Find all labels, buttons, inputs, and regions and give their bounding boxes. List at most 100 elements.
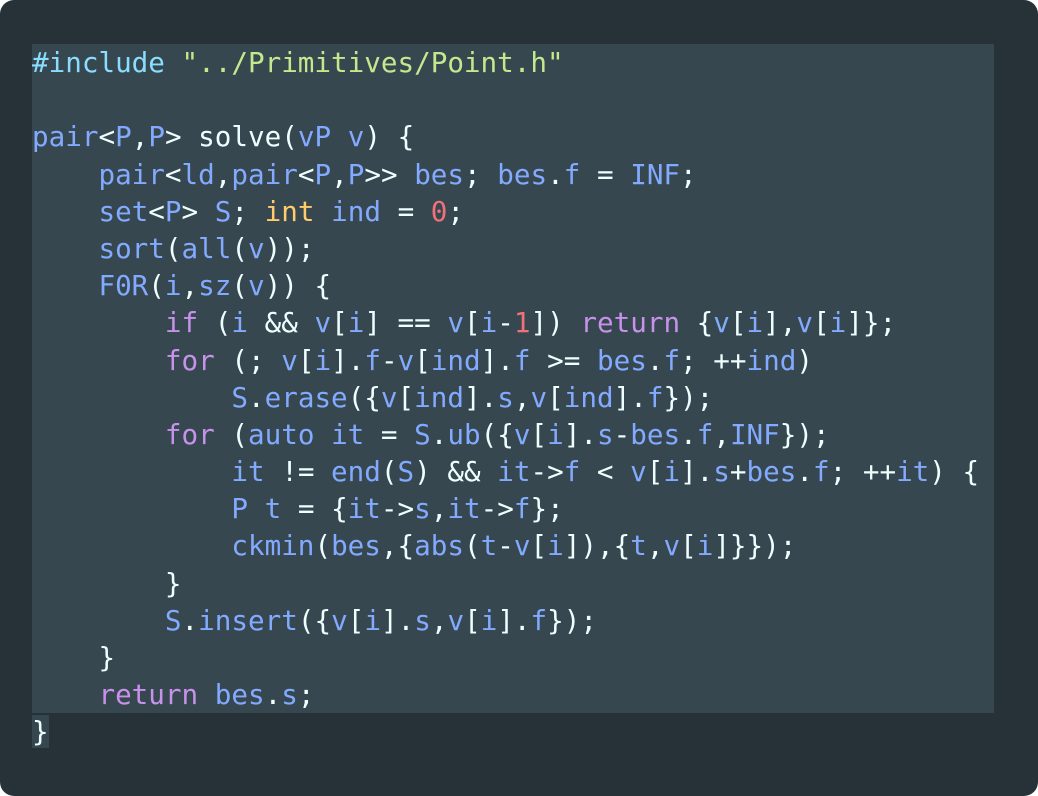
code-token: [ — [729, 306, 747, 340]
code-token: , — [513, 380, 531, 414]
code-token: ( — [198, 306, 232, 340]
code-token: f — [696, 417, 714, 451]
code-token: ({ — [297, 603, 332, 637]
code-line: } — [32, 564, 994, 602]
code-token: v — [380, 380, 398, 414]
code-token: [ — [297, 343, 315, 377]
code-token: v — [347, 120, 365, 154]
code-token: < — [164, 157, 182, 191]
code-token: ; ++ — [680, 343, 747, 377]
code-token: P — [148, 120, 165, 154]
code-token: f — [513, 343, 531, 377]
code-line: S.erase({v[ind].s,v[ind].f}); — [32, 378, 994, 416]
code-token: ]. — [680, 455, 714, 489]
code-token: it — [231, 455, 265, 489]
code-token: auto — [247, 417, 315, 451]
code-token: it — [896, 455, 930, 489]
code-token: ( — [214, 417, 248, 451]
code-token: ]),{ — [563, 529, 631, 563]
code-token: [ — [464, 306, 481, 340]
code-token: INF — [729, 417, 780, 451]
code-token: 0 — [430, 194, 448, 228]
code-token: ( — [314, 529, 332, 563]
code-line: ckmin(bes,{abs(t-v[i]),{t,v[i]}}); — [32, 527, 994, 565]
code-token: ) && — [414, 455, 498, 489]
code-token: it — [497, 455, 531, 489]
code-token: , — [181, 269, 199, 303]
code-token: , — [646, 529, 664, 563]
code-token: ; — [231, 194, 265, 228]
code-token: i — [480, 306, 498, 340]
code-token: S — [414, 417, 431, 451]
code-token: )); — [264, 231, 315, 265]
code-token: P — [164, 194, 182, 228]
code-line: return bes.s; — [32, 676, 994, 714]
code-token: ]. — [563, 417, 597, 451]
code-token: v — [447, 603, 465, 637]
code-editor[interactable]: #include "../Primitives/Point.h" pair<P,P… — [32, 44, 994, 751]
code-token: bes — [331, 529, 381, 563]
code-token: f — [663, 343, 681, 377]
code-line: S.insert({v[i].s,v[i].f}); — [32, 601, 994, 639]
code-token: if — [164, 306, 199, 340]
code-token: i — [164, 269, 182, 303]
code-line: if (i && v[i] == v[i-1]) return {v[i],v[… — [32, 304, 994, 342]
code-token: . — [547, 157, 564, 191]
code-token: . — [430, 417, 448, 451]
code-token: } — [32, 641, 116, 674]
code-token: && — [248, 306, 315, 340]
code-token: ckmin — [231, 529, 315, 563]
code-token: S — [231, 380, 248, 414]
code-token: ind — [563, 380, 614, 414]
code-token: , — [430, 603, 448, 637]
code-token: s — [596, 417, 614, 451]
code-token: ub — [447, 417, 481, 451]
code-token: ; — [464, 157, 498, 191]
code-token: v — [314, 306, 332, 340]
code-token: ], — [763, 306, 797, 340]
code-token: = { — [281, 492, 348, 526]
code-token: = — [380, 194, 431, 228]
code-token: ; — [297, 678, 315, 712]
code-token: , — [430, 492, 448, 526]
code-token: , — [331, 157, 348, 191]
code-token: 1 — [513, 306, 531, 340]
code-window: #include "../Primitives/Point.h" pair<P,P… — [0, 0, 1038, 796]
code-token: ind — [746, 343, 797, 377]
code-token: [ — [347, 603, 365, 637]
code-token: insert — [198, 603, 298, 637]
code-token: }); — [779, 417, 830, 451]
code-token: ( — [231, 269, 249, 303]
code-token: ( — [164, 231, 182, 265]
code-token: i — [231, 306, 248, 340]
code-token: < — [297, 157, 315, 191]
code-token: }; — [530, 492, 564, 526]
code-token: i — [829, 306, 847, 340]
code-token: ]. — [497, 603, 531, 637]
code-line: sort(all(v)); — [32, 229, 994, 268]
code-token: - — [613, 417, 631, 451]
code-token: = — [364, 417, 415, 451]
code-token: bes — [630, 417, 681, 451]
code-token: pair — [231, 157, 298, 191]
code-token: >= — [530, 343, 597, 377]
code-line: for (auto it = S.ub({v[i].s-bes.f,INF}); — [32, 415, 994, 454]
code-token: ind — [430, 343, 481, 377]
code-token: t — [264, 492, 282, 526]
code-token: s — [713, 455, 730, 489]
code-token: F0R — [98, 269, 149, 303]
code-token: it — [447, 492, 481, 526]
code-token: i — [347, 306, 365, 340]
code-token: f — [646, 380, 664, 414]
code-token: v — [663, 529, 681, 563]
